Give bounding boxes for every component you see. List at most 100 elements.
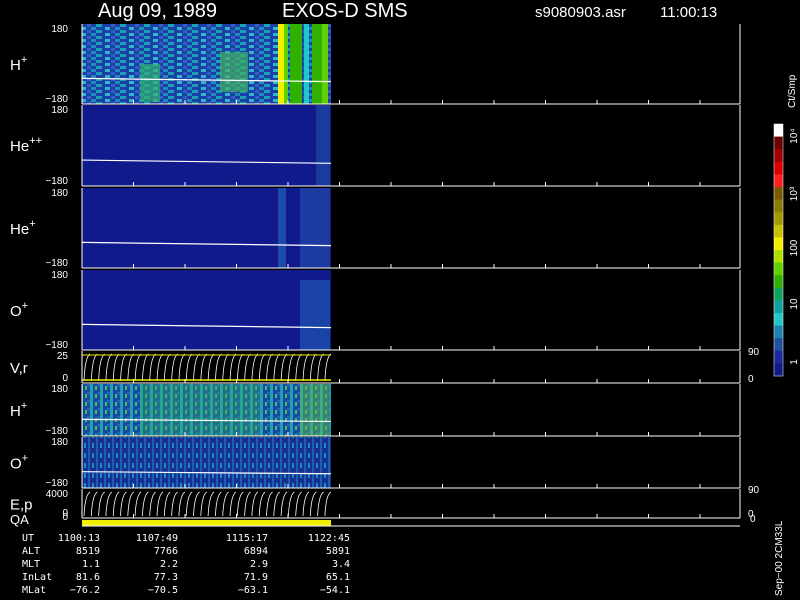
panel-4-sweep-27 [280,353,288,382]
panel-7-sweep-10 [156,491,164,517]
time-axis-cell-1-1: 7766 [154,546,178,557]
panel-4-sweep-25 [266,353,273,382]
time-axis-cell-3-2: 71.9 [244,572,268,583]
panel-7-sweep-30 [302,491,310,517]
panel-0-band-1 [284,24,288,104]
header-instrument: EXOS-D SMS [282,0,408,22]
panel-7-sweep-24 [258,491,266,517]
qa-zero-right: 0 [750,514,756,525]
colorbar-label-0: 10⁴ [789,128,800,143]
colorbar-swatch-6 [774,199,783,213]
panel-4-sweep-30 [302,353,310,382]
exos-d-sms-plot: Aug 09, 1989 EXOS-D SMS s9080903.asr 11:… [10,0,800,596]
time-axis-cell-4-2: −63.1 [238,585,268,596]
panel-4-tick-top: 25 [57,351,69,362]
panel-1-band [316,105,330,186]
panel-4-sweep-19 [222,353,229,382]
time-axis-cell-4-1: −70.5 [148,585,178,596]
panel-7-sweep-4 [112,491,120,517]
panel-4-sweep-21 [236,353,244,382]
colorbar-swatch-4 [774,174,783,188]
time-axis-cell-0-0: 1100:13 [58,533,100,544]
panel-3-label: O+ [10,300,28,320]
panel-7-sweep-3 [105,491,113,517]
colorbar-swatch-11 [774,262,783,276]
panel-0-tick-bottom: −180 [45,94,68,105]
panel-7-sweep-9 [149,491,156,517]
footer-code: Sep−00 2CM33L [774,520,785,596]
panel-4-sweep-15 [193,353,200,382]
panel-3-tick-top: 180 [51,270,68,281]
panel-0: 180 −180 H+ [10,24,741,105]
panel-4-sweep-16 [200,353,208,382]
panel-7-sweep-12 [171,491,178,517]
panel-2: 180 −180 He+ [10,188,741,269]
panel-4-sweep-22 [244,353,251,382]
time-axis-cell-2-0: 1.1 [82,559,100,570]
panel-4-sweep-4 [112,353,120,382]
panel-0-tick-top: 180 [51,24,68,35]
panel-0-band-2 [290,24,302,104]
panel-7-right-tick-top: 90 [748,485,760,496]
panel-0-band-3 [304,24,309,104]
panel-1-label-superscript: ++ [29,135,42,147]
time-axis-row-label-4: MLat [22,585,46,596]
panel-1-spectrogram [82,105,331,186]
time-axis-cell-0-1: 1107:49 [136,533,178,544]
time-axis-row-label-2: MLT [22,559,40,570]
time-axis-row-label-0: UT [22,533,34,544]
panel-7-sweep-23 [251,491,259,517]
panel-6-label: O+ [10,453,28,473]
panel-7-sweep-19 [222,491,229,517]
colorbar-label-3: 10 [789,298,800,310]
panel-7-sweep-18 [215,491,222,517]
panel-4-tick-bottom: 0 [62,373,68,384]
colorbar-swatch-17 [774,338,783,352]
panel-7-sweep-15 [193,491,200,517]
panel-4-sweep-26 [273,353,281,382]
time-axis-cell-1-0: 8519 [76,546,100,557]
time-axis-cell-2-1: 2.2 [160,559,178,570]
panel-4-sweep-17 [207,353,215,382]
panel-7-sweep-22 [244,491,251,517]
time-axis-cell-3-0: 81.6 [76,572,100,583]
panel-4-sweep-29 [295,353,302,382]
panel-4-sweep-7 [134,353,142,382]
panel-4-sweep-28 [288,353,295,382]
panel-4-sweep-2 [98,353,105,382]
panel-0-patch-a [140,64,160,102]
panel-4-sweep-11 [163,353,171,382]
panel-7-sweep-17 [207,491,215,517]
panel-4-sweep-24 [258,353,266,382]
panel-4-sweep-1 [90,353,98,382]
panel-0-band-4 [312,24,322,104]
panel-0-label-superscript: + [21,54,27,66]
panel-7-sweep-5 [120,491,127,517]
panel-4-sweep-20 [229,353,237,382]
colorbar-title: Ct/Smp [787,74,798,108]
header-file: s9080903.asr [535,4,626,21]
panel-2-band [278,188,286,268]
panel-2-label: He+ [10,218,36,238]
panel-7-tick-top: 4000 [46,489,69,500]
panels: 180−180H+180−180He++180−180He+180−180O+2… [10,24,760,520]
time-axis-cell-2-2: 2.9 [250,559,268,570]
time-axis-cell-1-2: 6894 [244,546,268,557]
colorbar-swatch-2 [774,149,783,163]
colorbar: Ct/Smp 10⁴ 10³ 100 10 1 [773,74,800,377]
panel-1-tick-top: 180 [51,105,68,116]
panel-4-right-tick-top: 90 [748,347,760,358]
panel-4-sweep-6 [127,353,135,382]
qa-label: QA [10,512,29,527]
header: Aug 09, 1989 EXOS-D SMS s9080903.asr 11:… [98,0,717,22]
panel-4-sweep-3 [105,353,113,382]
panel-1-label: He++ [10,135,42,155]
panel-2-label-superscript: + [29,218,35,230]
time-axis-cell-4-3: −54.1 [320,585,350,596]
panel-4-sweep-13 [178,353,186,382]
panel-2-spectrogram [82,188,331,268]
panel-7-sweep-13 [178,491,186,517]
time-axis-cell-2-3: 3.4 [332,559,350,570]
panel-4-sweep-23 [251,353,259,382]
time-axis-row-label-3: InLat [22,572,52,583]
